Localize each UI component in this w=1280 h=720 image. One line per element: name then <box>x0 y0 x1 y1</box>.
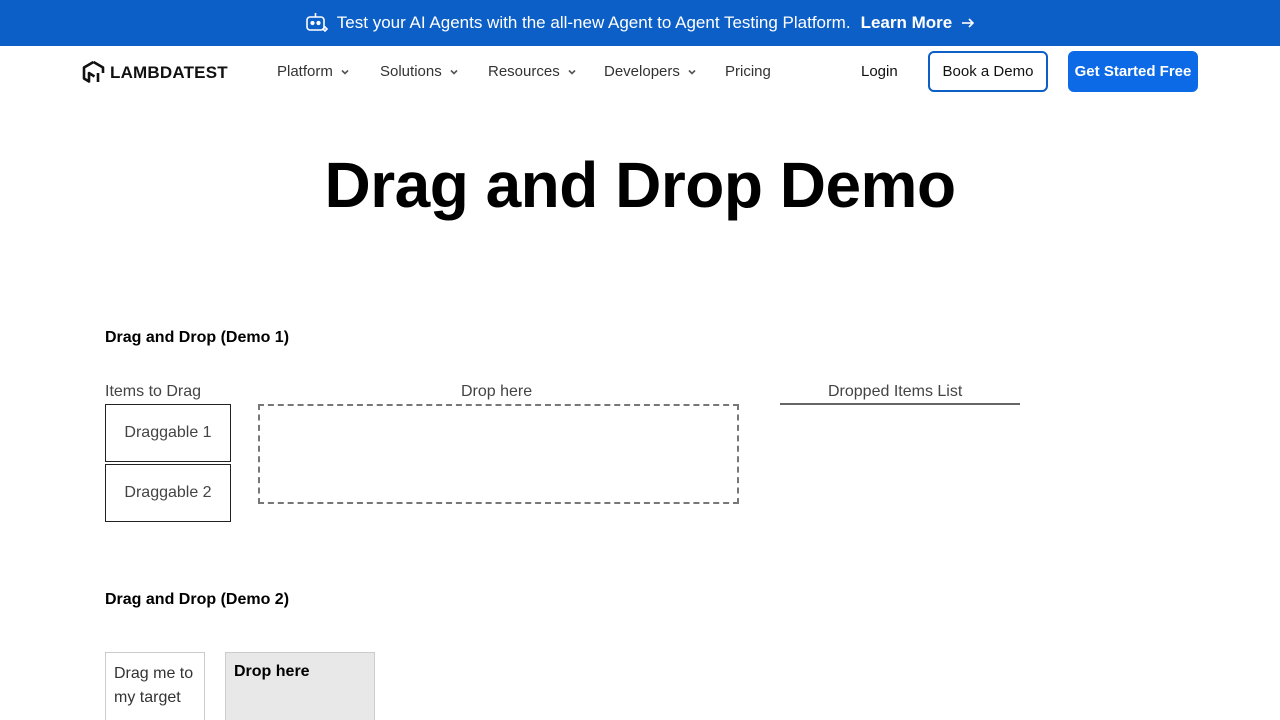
chevron-down-icon <box>567 67 577 77</box>
book-demo-button[interactable]: Book a Demo <box>928 51 1048 92</box>
chevron-down-icon <box>687 67 697 77</box>
drop-here-label: Drop here <box>461 383 533 400</box>
dropped-items-label: Dropped Items List <box>828 383 963 400</box>
nav-item-solutions[interactable]: Solutions <box>380 63 459 80</box>
drop-target-box[interactable]: Drop here <box>225 652 375 720</box>
nav-item-developers[interactable]: Developers <box>604 63 697 80</box>
page-title: Drag and Drop Demo <box>324 149 956 221</box>
nav-item-resources[interactable]: Resources <box>488 63 577 80</box>
nav-item-platform[interactable]: Platform <box>277 63 350 80</box>
nav-item-label: Platform <box>277 63 333 80</box>
lambdatest-logo-icon <box>82 60 105 85</box>
nav-item-label: Pricing <box>725 63 771 80</box>
main-nav: LAMBDATEST Platform Solutions Resources … <box>0 46 1280 98</box>
demo1-heading: Drag and Drop (Demo 1) <box>105 329 290 346</box>
promo-banner: Test your AI Agents with the all-new Age… <box>0 0 1280 46</box>
drop-zone[interactable] <box>258 404 739 504</box>
items-to-drag-label: Items to Drag <box>105 383 202 400</box>
dropped-items-list <box>780 403 1020 405</box>
lambdatest-logo[interactable]: LAMBDATEST <box>82 60 228 85</box>
nav-item-label: Solutions <box>380 63 442 80</box>
logo-text: LAMBDATEST <box>110 62 228 82</box>
draggable-item-1[interactable]: Draggable 1 <box>105 404 231 462</box>
learn-more-link[interactable]: Learn More <box>861 13 953 33</box>
login-link[interactable]: Login <box>861 63 898 80</box>
arrow-right-icon[interactable] <box>960 15 976 31</box>
draggable-item-2[interactable]: Draggable 2 <box>105 464 231 522</box>
nav-item-pricing[interactable]: Pricing <box>725 63 771 80</box>
get-started-button[interactable]: Get Started Free <box>1068 51 1198 92</box>
chevron-down-icon <box>449 67 459 77</box>
nav-item-label: Resources <box>488 63 560 80</box>
demo2-heading: Drag and Drop (Demo 2) <box>105 591 290 608</box>
nav-item-label: Developers <box>604 63 680 80</box>
robot-icon <box>304 10 330 36</box>
banner-message: Test your AI Agents with the all-new Age… <box>336 13 851 32</box>
drag-me-box[interactable]: Drag me to my target <box>105 652 205 720</box>
chevron-down-icon <box>340 67 350 77</box>
